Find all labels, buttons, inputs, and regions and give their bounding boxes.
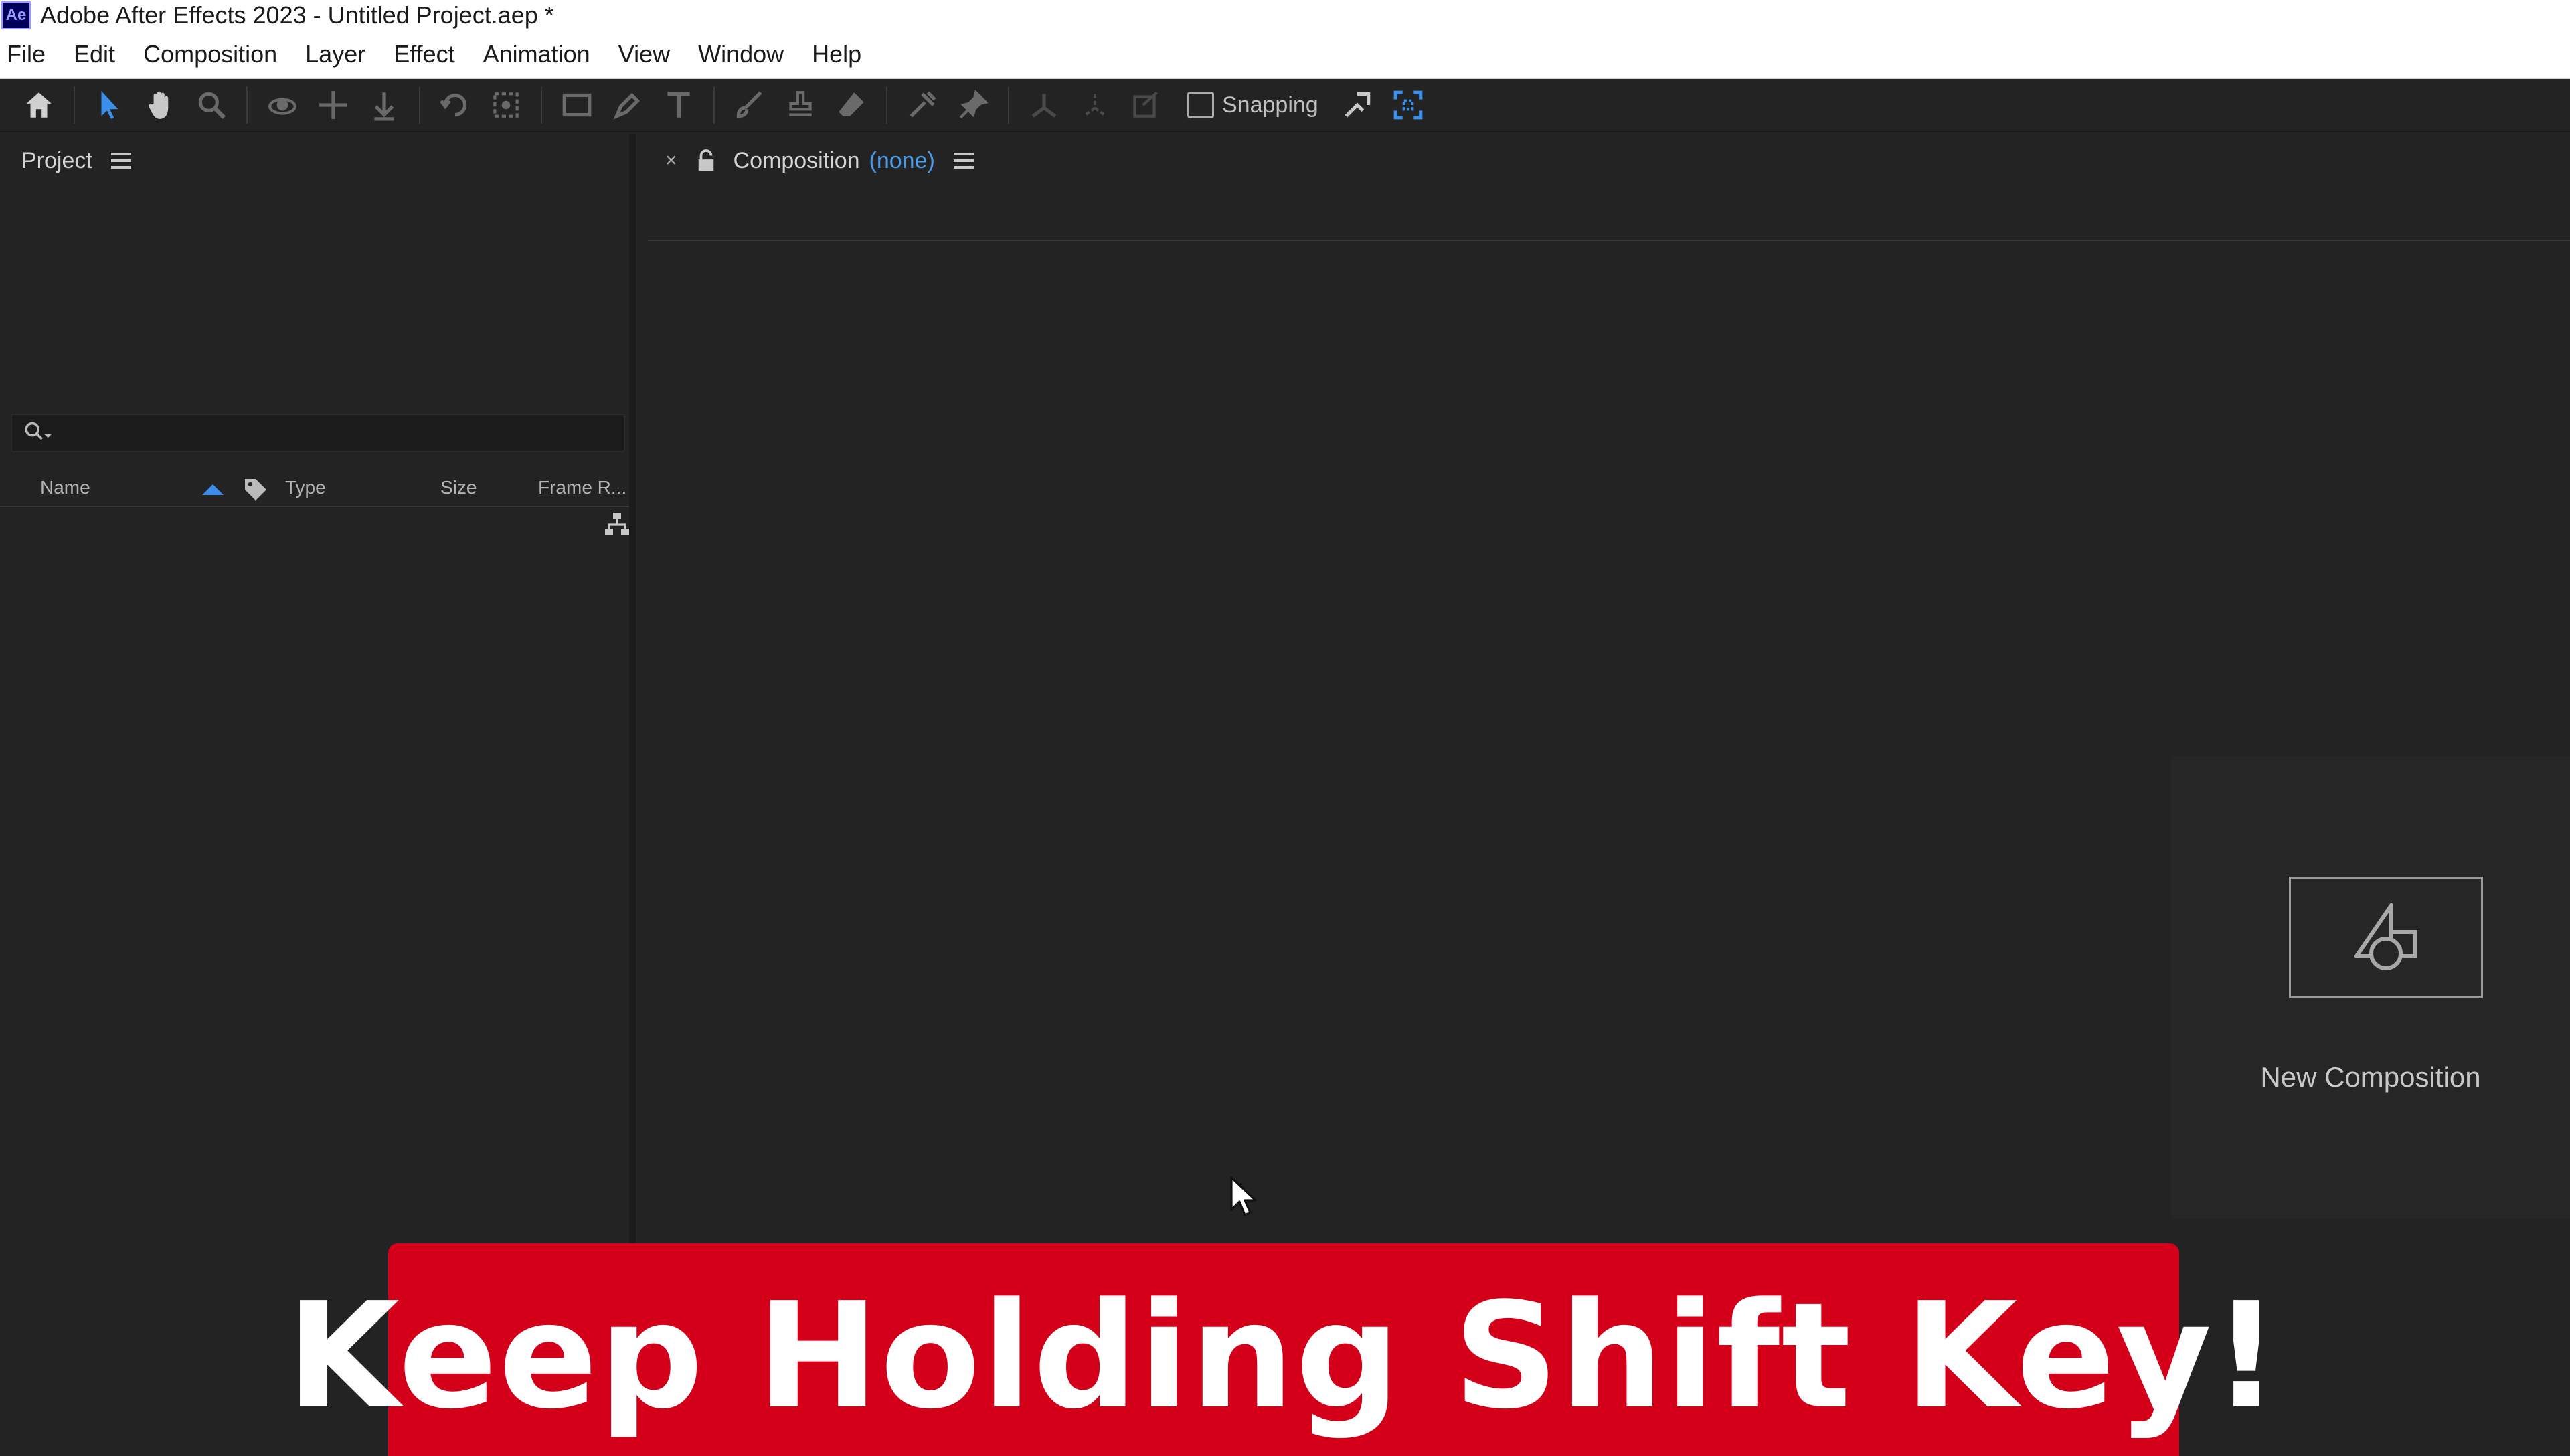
app-logo: Ae — [1, 1, 31, 29]
eraser-icon — [839, 92, 864, 116]
pan-camera-tool[interactable] — [308, 82, 359, 128]
search-icon — [25, 422, 52, 440]
window-title: Adobe After Effects 2023 - Untitled Proj… — [40, 1, 554, 29]
project-column-header: Name Type Size Frame R... — [0, 470, 629, 507]
sort-ascending-icon[interactable] — [199, 480, 226, 496]
hand-tool[interactable] — [135, 82, 186, 128]
caption-banner-text: Keep Holding Shift Key! — [286, 1271, 2281, 1441]
caption-banner: Keep Holding Shift Key! — [286, 1243, 2280, 1456]
dolly-camera-tool[interactable] — [359, 82, 410, 128]
column-frame-rate[interactable]: Frame R... — [538, 477, 626, 498]
selection-tool[interactable] — [84, 82, 135, 128]
composition-panel-title[interactable]: Composition — [734, 148, 860, 174]
magnifier-icon — [198, 92, 226, 119]
column-name[interactable]: Name — [40, 477, 90, 498]
pushpin-icon — [959, 90, 989, 119]
puppet-pin-tool[interactable] — [948, 82, 999, 128]
toolbar-separator — [713, 86, 715, 124]
toolbar-separator — [1008, 86, 1009, 124]
project-search-input[interactable] — [64, 422, 624, 444]
snapping-label: Snapping — [1222, 92, 1318, 118]
active-composition-name[interactable]: (none) — [869, 148, 935, 174]
new-composition-card[interactable]: New Composition — [2171, 756, 2570, 1219]
composition-panel-menu-icon[interactable] — [953, 153, 974, 169]
home-button[interactable] — [13, 82, 64, 128]
rotate-icon — [440, 93, 467, 117]
rectangle-tool[interactable] — [551, 82, 602, 128]
pen-icon — [613, 92, 640, 120]
tools-toolbar: Snapping — [0, 79, 2570, 132]
mouse-cursor-icon — [1230, 1176, 1257, 1216]
view-axis-mode[interactable] — [1120, 82, 1171, 128]
menu-edit[interactable]: Edit — [74, 40, 115, 68]
orbit-camera-tool[interactable] — [257, 82, 308, 128]
menu-layer[interactable]: Layer — [305, 40, 365, 68]
rotation-tool[interactable] — [430, 82, 481, 128]
new-composition-shapes-icon — [2354, 903, 2417, 970]
type-tool[interactable] — [653, 82, 704, 128]
flowchart-icon[interactable] — [602, 510, 632, 539]
view-axis-icon — [1133, 91, 1159, 118]
roto-brush-icon — [910, 91, 936, 118]
project-panel-title[interactable]: Project — [21, 148, 92, 174]
stamp-icon — [789, 91, 812, 116]
menu-effect[interactable]: Effect — [394, 40, 454, 68]
label-tag-icon[interactable] — [242, 476, 269, 500]
project-panel-header: Project — [0, 134, 629, 187]
menu-help[interactable]: Help — [812, 40, 861, 68]
menu-file[interactable]: File — [7, 40, 46, 68]
dolly-arrow-icon — [374, 92, 394, 121]
snap-options-icon — [1345, 92, 1370, 118]
column-type[interactable]: Type — [285, 477, 326, 498]
world-axis-icon — [1083, 94, 1107, 118]
composition-divider — [648, 240, 2570, 241]
menu-bar: File Edit Composition Layer Effect Anima… — [0, 31, 2570, 79]
title-bar: Ae Adobe After Effects 2023 - Untitled P… — [0, 0, 2570, 31]
new-composition-button[interactable] — [2289, 877, 2483, 998]
toolbar-separator — [246, 86, 248, 124]
column-size[interactable]: Size — [440, 477, 477, 498]
rectangle-icon — [562, 93, 592, 117]
pen-tool[interactable] — [602, 82, 653, 128]
brush-tool[interactable] — [724, 82, 775, 128]
menu-composition[interactable]: Composition — [143, 40, 277, 68]
composition-panel-header: × Composition (none) — [642, 134, 2570, 187]
hand-icon — [149, 91, 169, 119]
menu-view[interactable]: View — [618, 40, 670, 68]
text-t-icon — [667, 92, 690, 118]
local-axis-icon — [1031, 94, 1057, 118]
zoom-tool[interactable] — [186, 82, 237, 128]
toolbar-separator — [886, 86, 887, 124]
snap-options-button[interactable] — [1332, 82, 1383, 128]
eraser-tool[interactable] — [826, 82, 877, 128]
lock-icon[interactable] — [696, 149, 716, 172]
roto-brush-tool[interactable] — [897, 82, 948, 128]
toolbar-separator — [541, 86, 542, 124]
world-axis-mode[interactable] — [1069, 82, 1120, 128]
new-composition-label[interactable]: New Composition — [2171, 1061, 2570, 1093]
toolbar-separator — [74, 86, 75, 124]
close-panel-button[interactable]: × — [665, 149, 677, 172]
menu-window[interactable]: Window — [698, 40, 784, 68]
brush-icon — [736, 91, 762, 118]
project-search-box[interactable] — [11, 414, 625, 452]
project-panel-menu-icon[interactable] — [110, 153, 131, 169]
local-axis-mode[interactable] — [1019, 82, 1069, 128]
anchor-box-icon — [493, 92, 519, 118]
anchor-point-tool[interactable] — [481, 82, 531, 128]
feature-target-button[interactable] — [1383, 82, 1434, 128]
home-icon — [26, 92, 52, 118]
orbit-icon — [268, 98, 296, 115]
snapping-checkbox[interactable] — [1187, 92, 1214, 118]
target-frame-icon — [1393, 90, 1423, 120]
move-cross-icon — [319, 91, 347, 119]
menu-animation[interactable]: Animation — [483, 40, 590, 68]
clone-stamp-tool[interactable] — [775, 82, 826, 128]
arrow-select-icon — [101, 91, 118, 119]
toolbar-separator — [419, 86, 420, 124]
